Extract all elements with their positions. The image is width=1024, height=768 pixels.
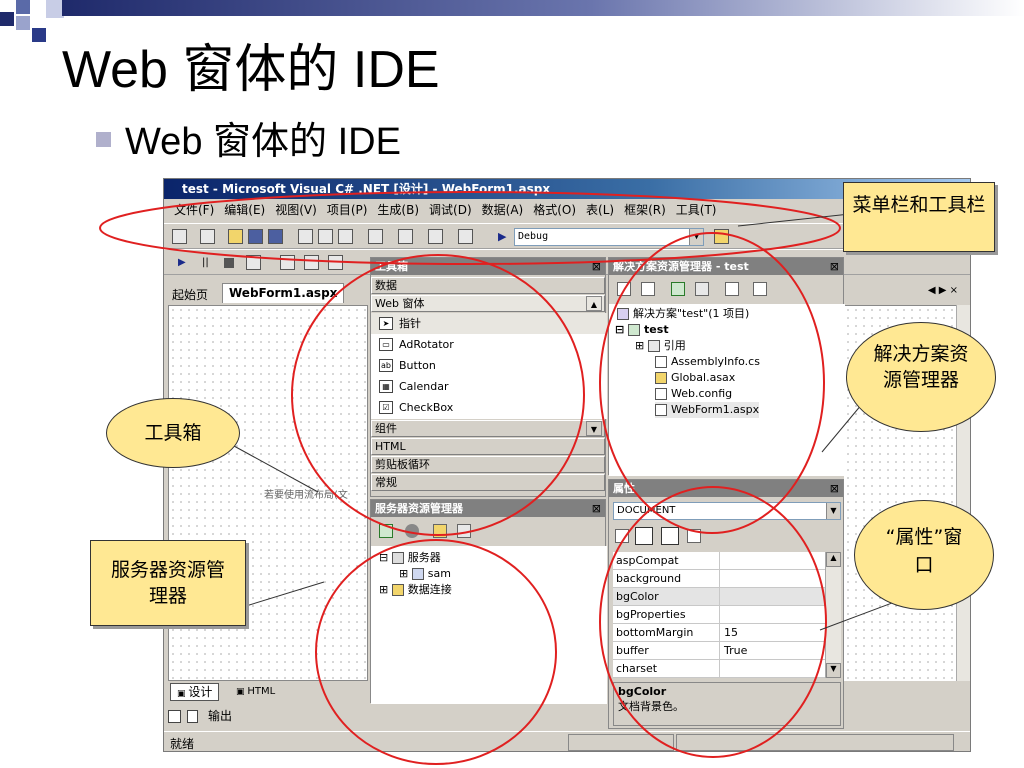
annotation-circle-properties [599,486,827,758]
callout-properties: “属性”窗口 [854,500,994,610]
annotation-circle-menubar [99,191,841,265]
callout-toolbox: 工具箱 [106,398,240,468]
callout-properties-text: “属性”窗口 [885,526,963,576]
callout-menubar: 菜单栏和工具栏 [843,182,995,252]
callout-server: 服务器资源管理器 [90,540,246,626]
callout-pointer [819,599,901,631]
callout-toolbox-text: 工具箱 [144,422,202,444]
callout-pointer [245,581,325,607]
annotation-circle-toolbox [291,254,585,536]
callout-server-text: 服务器资源管理器 [110,559,225,607]
callout-solution-text: 解决方案资源管理器 [873,343,969,391]
callout-solution: 解决方案资源管理器 [846,322,996,432]
callout-pointer [821,403,863,453]
annotation-circle-server [315,539,557,765]
callout-menubar-text: 菜单栏和工具栏 [852,194,986,216]
